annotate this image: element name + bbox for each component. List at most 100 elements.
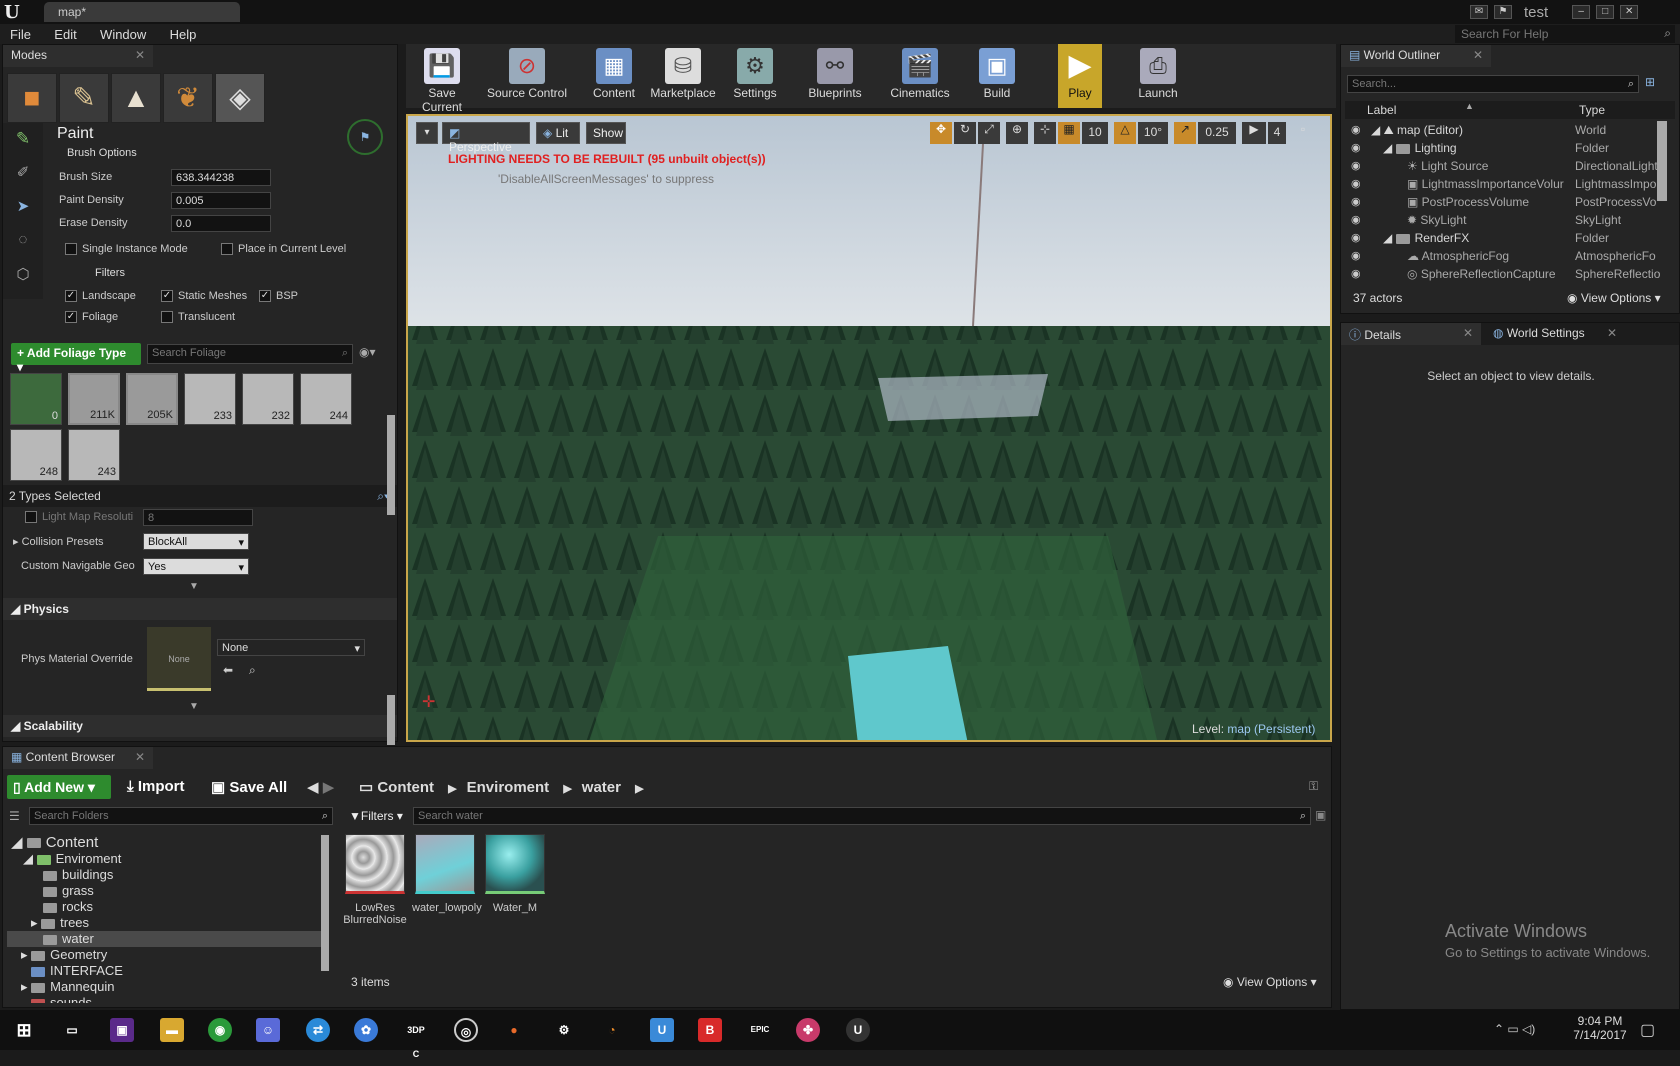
add-new-button[interactable]: ▯ Add New ▾: [7, 775, 111, 799]
app-icon[interactable]: ▣: [110, 1018, 134, 1042]
tree-item[interactable]: ▸ Mannequin: [7, 979, 325, 995]
rotation-snap-icon[interactable]: △: [1114, 122, 1136, 144]
notifications-icon[interactable]: ▢: [1640, 1020, 1655, 1040]
sources-toggle-icon[interactable]: ☰: [9, 809, 20, 823]
close-icon[interactable]: ✕: [135, 750, 145, 764]
col-type[interactable]: Type: [1579, 103, 1605, 117]
windows-start-icon[interactable]: ⊞: [12, 1018, 36, 1042]
epic-games-icon[interactable]: EPIC: [748, 1018, 772, 1042]
outliner-row[interactable]: ◉ ▣ LightmassImportanceVolur LightmassImpo: [1345, 175, 1665, 193]
obs-icon[interactable]: ◎: [454, 1018, 478, 1042]
chat-icon[interactable]: ✉: [1470, 5, 1488, 19]
content-button[interactable]: ▦ Content: [586, 44, 642, 108]
details-tab[interactable]: ⓘ Details ✕: [1341, 323, 1481, 345]
maximize-button[interactable]: □: [1596, 5, 1615, 19]
content-browser-tab[interactable]: ▦ Content Browser ✕: [3, 747, 153, 769]
clock[interactable]: 9:04 PM 7/14/2017: [1568, 1014, 1632, 1042]
collision-dropdown[interactable]: BlockAll ▾: [143, 533, 249, 550]
chrome-icon[interactable]: ◉: [208, 1018, 232, 1042]
bandicam-icon[interactable]: B: [698, 1018, 722, 1042]
filter-landscape-checkbox[interactable]: ✓ Landscape: [65, 290, 136, 303]
modes-tab[interactable]: Modes ✕: [3, 45, 153, 67]
back-icon[interactable]: ◀: [307, 779, 319, 796]
paint-density-field[interactable]: 0.005: [171, 192, 271, 209]
foliage-thumb[interactable]: 211K: [68, 373, 120, 425]
menu-edit[interactable]: Edit: [44, 24, 86, 45]
eye-icon[interactable]: ◉: [1351, 231, 1361, 244]
settings-icon[interactable]: ⚑: [347, 119, 383, 155]
outliner-row[interactable]: ◉ ☀ Light Source DirectionalLight: [1345, 157, 1665, 175]
eye-icon[interactable]: ◉: [1351, 177, 1361, 190]
surface-snap-icon[interactable]: ⊹: [1034, 122, 1056, 144]
viewport-options-button[interactable]: ▾: [416, 122, 438, 144]
foliage-thumb[interactable]: 232: [242, 373, 294, 425]
foliage-thumb[interactable]: 244: [300, 373, 352, 425]
outliner-row[interactable]: ◉ ☁ AtmosphericFog AtmosphericFo: [1345, 247, 1665, 265]
outliner-search-input[interactable]: Search... ⌕: [1347, 75, 1639, 93]
outliner-row[interactable]: ◉ ◎ SphereReflectionCapture SphereReflecti…: [1345, 265, 1665, 283]
close-icon[interactable]: ✕: [1463, 326, 1473, 340]
import-button[interactable]: ⤓ Import: [127, 778, 184, 795]
source-control-button[interactable]: ⊘ Source Control: [480, 44, 574, 108]
outliner-view-options-button[interactable]: ◉ View Options ▾: [1567, 291, 1661, 305]
select-tool-icon[interactable]: ➤: [3, 191, 43, 225]
foliage-thumb[interactable]: 248: [10, 429, 62, 481]
paint-tool-icon[interactable]: ✎: [3, 123, 43, 157]
launch-button[interactable]: ⎙ Launch: [1128, 44, 1188, 108]
move-icon[interactable]: ✥: [930, 122, 952, 144]
erase-density-field[interactable]: 0.0: [171, 215, 271, 232]
scale-size[interactable]: 0.25: [1198, 122, 1236, 144]
add-foliage-type-button[interactable]: + Add Foliage Type ▾: [11, 343, 141, 374]
help-search-input[interactable]: Search For Help ⌕: [1455, 25, 1675, 43]
add-actor-icon[interactable]: ⊞: [1645, 75, 1655, 89]
lightmap-field[interactable]: 8: [143, 509, 253, 526]
close-icon[interactable]: ✕: [135, 48, 145, 62]
foliage-thumb[interactable]: 205K: [126, 373, 178, 425]
level-viewport[interactable]: ▾ ◩ Perspective ◈ Lit Show ✥ ↻ ⤢ ⊕ ⊹ ▦ 1…: [406, 114, 1332, 742]
notification-icon[interactable]: ⚑: [1494, 5, 1512, 19]
filter-foliage-checkbox[interactable]: ✓ Foliage: [65, 311, 118, 324]
maximize-viewport-icon[interactable]: ▫: [1294, 122, 1312, 144]
details-scrollbar[interactable]: [387, 695, 395, 745]
folder-tree-scrollbar[interactable]: [321, 835, 329, 971]
unreal-taskbar-icon[interactable]: U: [846, 1018, 870, 1042]
world-outliner-tab[interactable]: ▤ World Outliner ✕: [1341, 45, 1491, 67]
filter-bsp-checkbox[interactable]: ✓ BSP: [259, 290, 298, 303]
phys-material-thumb[interactable]: None: [147, 627, 211, 691]
marketplace-button[interactable]: ⛁ Marketplace: [646, 44, 720, 108]
tree-item[interactable]: ◢ Enviroment: [7, 851, 325, 867]
search-assets-input[interactable]: Search water ⌕: [413, 807, 1311, 825]
world-icon[interactable]: ⊕: [1006, 122, 1028, 144]
task-view-icon[interactable]: ▭: [60, 1018, 84, 1042]
outliner-row[interactable]: ◉ ◢ ⛰ map (Editor) World: [1345, 121, 1665, 139]
cinematics-button[interactable]: 🎬 Cinematics: [886, 44, 954, 108]
teamviewer-icon[interactable]: ⇄: [306, 1018, 330, 1042]
filter-static-checkbox[interactable]: ✓ Static Meshes: [161, 290, 247, 303]
rotate-icon[interactable]: ↻: [954, 122, 976, 144]
filters-button[interactable]: ▼Filters ▾: [349, 809, 403, 823]
navgeo-dropdown[interactable]: Yes ▾: [143, 558, 249, 575]
play-button[interactable]: ▶ Play: [1058, 44, 1102, 108]
browse-icon[interactable]: ⌕: [249, 663, 256, 678]
rotation-size[interactable]: 10°: [1138, 122, 1168, 144]
expand-icon[interactable]: ▼: [189, 581, 199, 592]
file-explorer-icon[interactable]: ▬: [160, 1018, 184, 1042]
eye-icon[interactable]: ◉: [1351, 159, 1361, 172]
breadcrumb-water[interactable]: water: [582, 779, 621, 796]
single-instance-checkbox[interactable]: Single Instance Mode: [65, 243, 188, 256]
brush-size-field[interactable]: 638.344238: [171, 169, 271, 186]
eye-icon[interactable]: ◉: [1351, 195, 1361, 208]
blender-icon[interactable]: ◔: [600, 1018, 624, 1042]
eye-icon[interactable]: ◉: [1351, 267, 1361, 280]
blueprints-button[interactable]: ⚯ Blueprints: [802, 44, 868, 108]
view-options-icon[interactable]: ◉▾: [359, 345, 376, 359]
outliner-row[interactable]: ◉ ◢ Lighting Folder: [1345, 139, 1665, 157]
scalability-header[interactable]: ◢ Scalability: [3, 715, 397, 737]
expand-icon[interactable]: ▼: [189, 701, 199, 712]
place-mode-icon[interactable]: ■: [7, 73, 57, 123]
document-tab[interactable]: map*: [44, 2, 240, 22]
physics-header[interactable]: ◢ Physics: [3, 598, 397, 620]
foliage-thumb[interactable]: 243: [68, 429, 120, 481]
lock-icon[interactable]: ⚿: [1309, 779, 1318, 794]
foliage-thumb[interactable]: 0: [10, 373, 62, 425]
